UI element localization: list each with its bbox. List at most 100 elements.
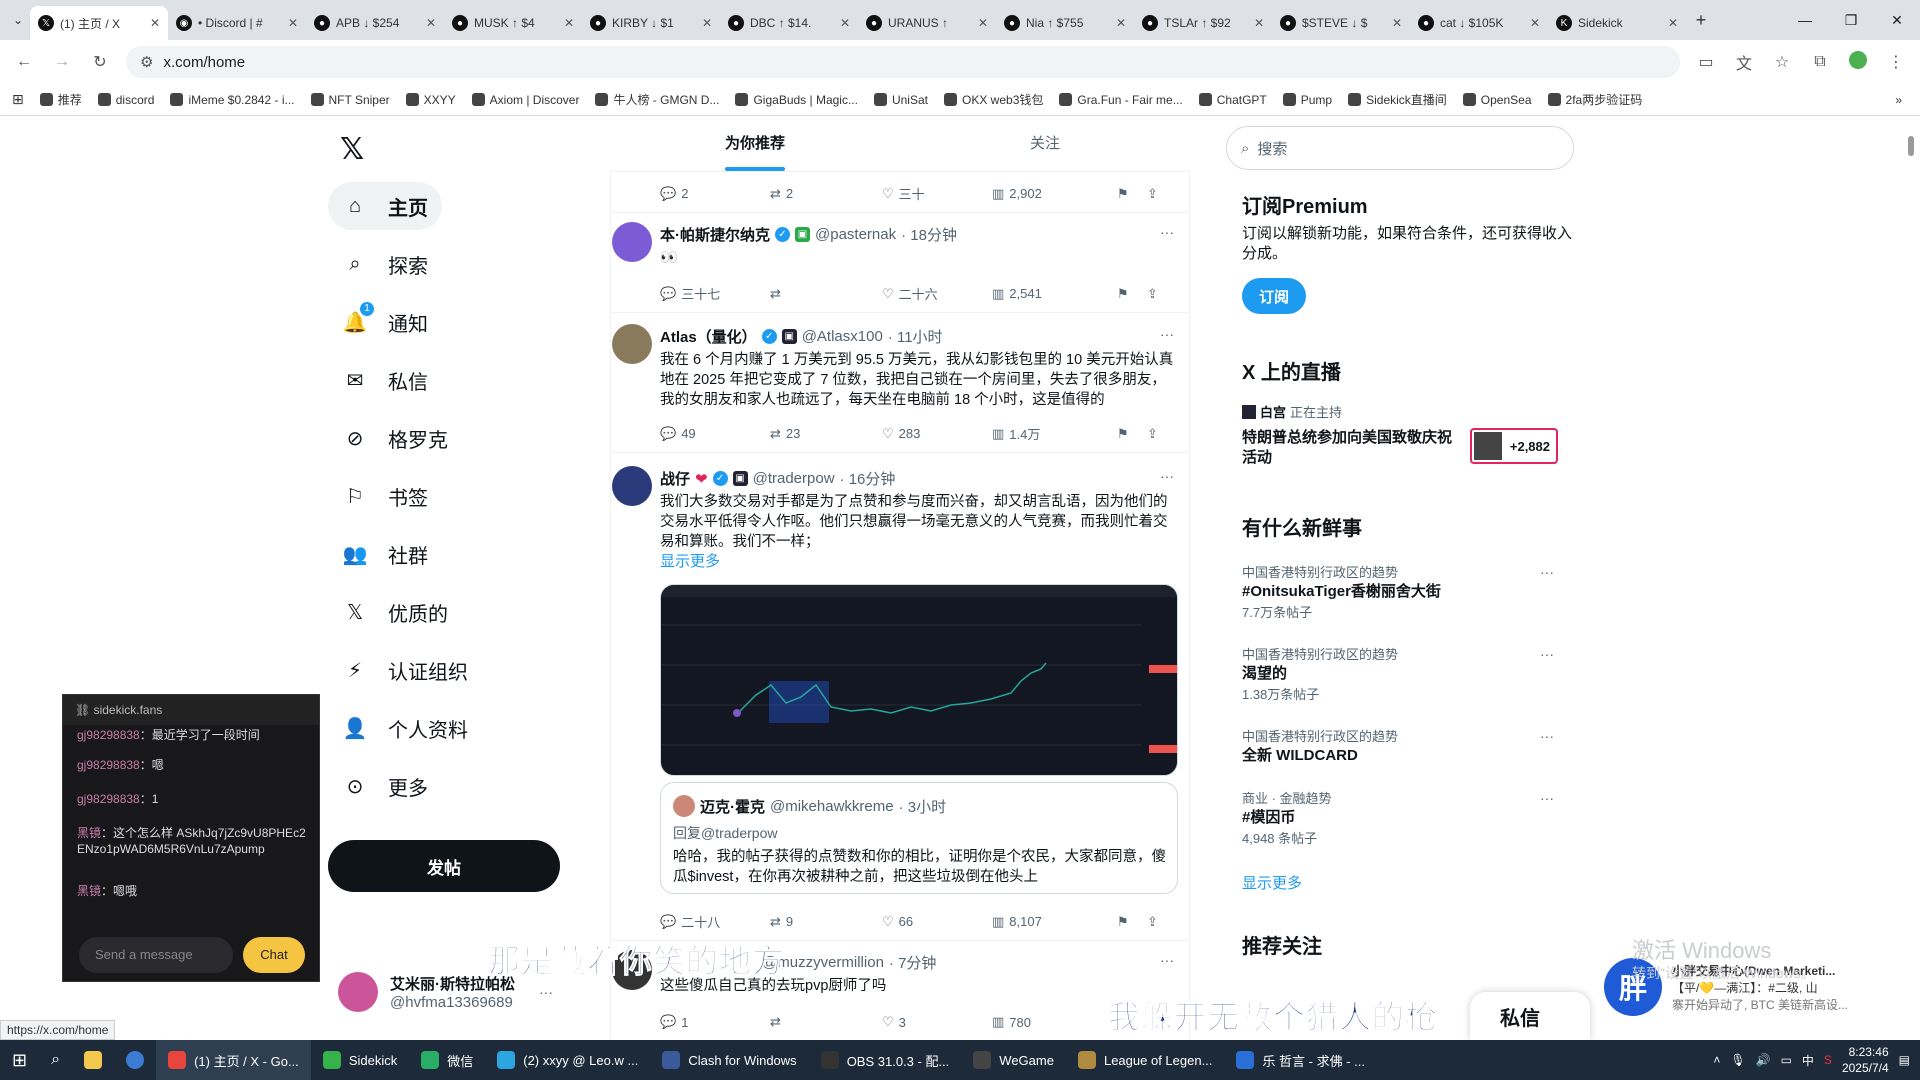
- tab-search-icon[interactable]: ⌄: [6, 13, 30, 27]
- taskbar-app[interactable]: (2) xxyy @ Leo.w ...: [485, 1040, 650, 1080]
- reply-button[interactable]: 💬 1: [660, 1014, 770, 1030]
- bookmark-item[interactable]: Sidekick直播间: [1348, 91, 1447, 108]
- views-button[interactable]: ▥ 780: [992, 1014, 1117, 1030]
- reply-button[interactable]: 💬 2: [660, 184, 770, 203]
- network-icon[interactable]: ▭: [1781, 1053, 1792, 1067]
- search-input[interactable]: ⌕ 搜索: [1226, 126, 1574, 170]
- retweet-button[interactable]: ⇄ 23: [770, 424, 882, 443]
- nav-item-bell[interactable]: 🔔 1 通知: [328, 298, 442, 346]
- bookmark-item[interactable]: XXYY: [405, 93, 456, 107]
- clock[interactable]: 8:23:46 2025/7/4: [1842, 1044, 1889, 1076]
- bookmark-item[interactable]: discord: [97, 93, 154, 107]
- views-button[interactable]: ▥ 2,541: [992, 284, 1117, 303]
- taskbar-app[interactable]: Sidekick: [311, 1040, 409, 1080]
- chat-send-button[interactable]: Chat: [243, 937, 305, 973]
- taskbar-app[interactable]: League of Legen...: [1066, 1040, 1224, 1080]
- author-handle[interactable]: @Atlasx100: [802, 328, 883, 345]
- more-dots-icon[interactable]: ···: [1540, 790, 1554, 806]
- taskbar-app[interactable]: Clash for Windows: [650, 1040, 808, 1080]
- like-button[interactable]: ♡ 283: [882, 424, 992, 443]
- nav-item-more-circle[interactable]: ⊙ 更多: [328, 762, 442, 810]
- start-button[interactable]: ⊞: [0, 1040, 39, 1080]
- close-icon[interactable]: ✕: [426, 16, 436, 30]
- like-button[interactable]: ♡ 3: [882, 1014, 992, 1030]
- nav-item-bookmark[interactable]: ⚐ 书签: [328, 472, 442, 520]
- close-icon[interactable]: ✕: [1392, 16, 1402, 30]
- tab-following[interactable]: 关注: [900, 116, 1190, 171]
- trend-name[interactable]: #模因币: [1242, 806, 1295, 827]
- taskbar-app[interactable]: 乐 哲言 - 求佛 - ...: [1224, 1040, 1377, 1080]
- retweet-button[interactable]: ⇄ 2: [770, 184, 882, 203]
- more-dots-icon[interactable]: ···: [1160, 468, 1174, 484]
- scrollbar-thumb[interactable]: [1908, 136, 1914, 156]
- antivirus-icon[interactable]: S: [1824, 1053, 1832, 1067]
- close-icon[interactable]: ✕: [150, 16, 160, 30]
- close-icon[interactable]: ✕: [564, 16, 574, 30]
- install-app-icon[interactable]: ▭: [1694, 52, 1718, 72]
- reply-button[interactable]: 💬 三十七: [660, 284, 770, 303]
- avatar[interactable]: [612, 324, 652, 364]
- author-name[interactable]: Atlas（量化）: [660, 326, 757, 347]
- extensions-icon[interactable]: ⧉: [1808, 53, 1832, 71]
- apps-grid-icon[interactable]: ⊞: [12, 91, 24, 108]
- search-icon[interactable]: ⌕: [39, 1040, 72, 1080]
- address-bar[interactable]: ⚙ x.com/home: [126, 46, 1680, 78]
- nav-item-search[interactable]: ⌕ 探索: [328, 240, 442, 288]
- subscribe-button[interactable]: 订阅: [1242, 278, 1306, 314]
- bookmarks-overflow-icon[interactable]: »: [1895, 93, 1902, 107]
- mic-icon[interactable]: 🎙: [1730, 1053, 1745, 1067]
- nav-item-grok[interactable]: ⊘ 格罗克: [328, 414, 462, 462]
- tab-for-you[interactable]: 为你推荐: [610, 116, 900, 171]
- trend-name[interactable]: #OnitsukaTiger香榭丽舍大街: [1242, 580, 1441, 601]
- tweet-time[interactable]: · 18分钟: [901, 224, 957, 245]
- messages-drawer[interactable]: 私信: [1470, 992, 1590, 1040]
- nav-item-lightning[interactable]: ⚡ 认证组织: [328, 646, 482, 694]
- more-dots-icon[interactable]: ···: [1160, 224, 1174, 240]
- retweet-button[interactable]: ⇄ 9: [770, 912, 882, 931]
- more-dots-icon[interactable]: ···: [1160, 952, 1174, 968]
- forward-button[interactable]: →: [50, 53, 74, 71]
- tweet-time[interactable]: · 7分钟: [889, 952, 937, 973]
- menu-icon[interactable]: ⋮: [1884, 52, 1908, 72]
- bookmark-icon[interactable]: ⚑: [1117, 912, 1147, 931]
- space-listener-count[interactable]: +2,882: [1470, 428, 1558, 464]
- nav-item-x[interactable]: 𝕏 优质的: [328, 588, 462, 636]
- taskbar-app[interactable]: (1) 主页 / X - Go...: [156, 1040, 311, 1080]
- trends-show-more[interactable]: 显示更多: [1242, 872, 1302, 893]
- close-icon[interactable]: ✕: [1530, 16, 1540, 30]
- bookmark-item[interactable]: OKX web3钱包: [944, 91, 1043, 108]
- bookmark-icon[interactable]: ⚑: [1117, 284, 1147, 303]
- browser-tab[interactable]: ● KIRBY ↓ $1 ✕: [582, 6, 720, 40]
- reload-button[interactable]: ↻: [88, 52, 112, 72]
- close-icon[interactable]: ✕: [978, 16, 988, 30]
- back-button[interactable]: ←: [12, 53, 36, 71]
- chat-username[interactable]: 黑镜: [77, 884, 101, 898]
- close-icon[interactable]: ✕: [840, 16, 850, 30]
- chat-username[interactable]: gj98298838: [77, 758, 140, 772]
- author-name[interactable]: 本·帕斯捷尔纳克: [660, 224, 770, 245]
- minimize-button[interactable]: —: [1782, 0, 1828, 40]
- nav-item-community[interactable]: 👥 社群: [328, 530, 442, 578]
- bookmark-item[interactable]: Gra.Fun - Fair me...: [1059, 93, 1183, 107]
- like-button[interactable]: ♡ 二十六: [882, 284, 992, 303]
- nav-item-home[interactable]: ⌂ 主页: [328, 182, 442, 230]
- nav-item-person[interactable]: 👤 个人资料: [328, 704, 482, 752]
- taskbar-app[interactable]: OBS 31.0.3 - 配...: [809, 1040, 962, 1080]
- more-dots-icon[interactable]: ···: [1540, 646, 1554, 662]
- space-title[interactable]: 特朗普总统参加向美国致敬庆祝活动: [1242, 428, 1462, 468]
- browser-tab[interactable]: ● Nia ↑ $755 ✕: [996, 6, 1134, 40]
- browser-tab[interactable]: ● DBC ↑ $14. ✕: [720, 6, 858, 40]
- nav-item-mail[interactable]: ✉ 私信: [328, 356, 442, 404]
- share-icon[interactable]: ⇪: [1147, 424, 1158, 443]
- retweet-button[interactable]: ⇄: [770, 1014, 882, 1030]
- bookmark-item[interactable]: 推荐: [39, 91, 82, 108]
- volume-icon[interactable]: 🔊: [1756, 1053, 1771, 1067]
- profile-icon[interactable]: [1846, 50, 1870, 74]
- bookmark-item[interactable]: 2fa两步验证码: [1547, 91, 1642, 108]
- browser-tab[interactable]: ● cat ↓ $105K ✕: [1410, 6, 1548, 40]
- taskbar-app[interactable]: 微信: [409, 1040, 485, 1080]
- bookmark-item[interactable]: NFT Sniper: [310, 93, 390, 107]
- tweet-time[interactable]: · 11小时: [888, 326, 943, 347]
- more-dots-icon[interactable]: ···: [1540, 728, 1554, 744]
- taskbar-app[interactable]: WeGame: [961, 1040, 1066, 1080]
